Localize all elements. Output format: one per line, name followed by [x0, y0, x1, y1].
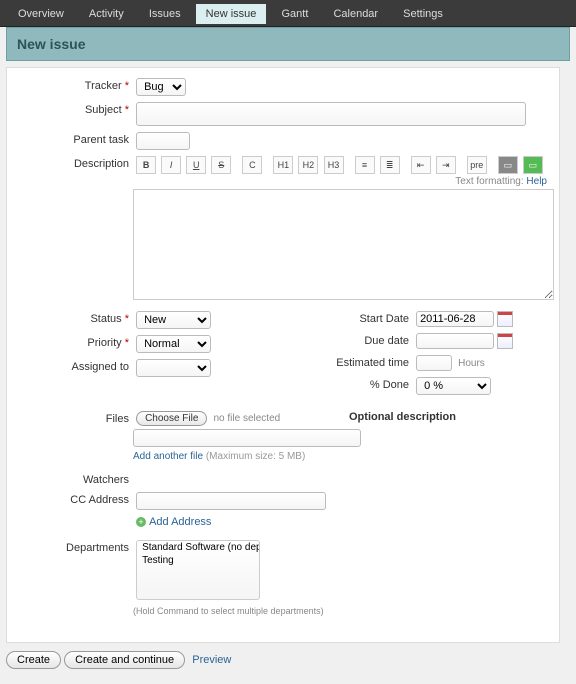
ul-button[interactable]: ≡: [355, 156, 375, 174]
done-select[interactable]: 0 %: [416, 377, 491, 395]
departments-label: Departments: [19, 540, 133, 554]
tracker-label: Tracker *: [19, 78, 133, 92]
dept-hint: (Hold Command to select multiple departm…: [133, 606, 543, 616]
description-textarea[interactable]: [133, 189, 554, 300]
optional-desc-label: Optional description: [349, 411, 456, 423]
help-link[interactable]: Help: [526, 176, 547, 187]
cc-label: CC Address: [19, 492, 133, 506]
subject-label: Subject *: [19, 102, 133, 116]
outdent-button[interactable]: ⇤: [411, 156, 431, 174]
due-date-input[interactable]: [416, 333, 494, 349]
h2-button[interactable]: H2: [298, 156, 318, 174]
calendar-icon[interactable]: [497, 311, 513, 327]
underline-button[interactable]: U: [186, 156, 206, 174]
assigned-select[interactable]: [136, 359, 211, 377]
calendar-icon[interactable]: [497, 333, 513, 349]
status-label: Status *: [19, 311, 133, 325]
watchers-label: Watchers: [19, 472, 133, 486]
dept-option[interactable]: Testing: [140, 555, 256, 568]
tab-overview[interactable]: Overview: [8, 4, 74, 24]
code-button[interactable]: C: [242, 156, 262, 174]
plus-icon: +: [136, 517, 146, 527]
strike-button[interactable]: S: [211, 156, 231, 174]
subject-input[interactable]: [136, 102, 526, 126]
max-size-text: (Maximum size: 5 MB): [206, 451, 305, 462]
departments-list[interactable]: Standard Software (no department) Testin…: [136, 540, 260, 600]
italic-button[interactable]: I: [161, 156, 181, 174]
description-label: Description: [19, 156, 133, 170]
h3-button[interactable]: H3: [324, 156, 344, 174]
parent-label: Parent task: [19, 132, 133, 146]
h1-button[interactable]: H1: [273, 156, 293, 174]
estimated-input[interactable]: [416, 355, 452, 371]
tab-gantt[interactable]: Gantt: [271, 4, 318, 24]
ol-button[interactable]: ≣: [380, 156, 400, 174]
formatting-help: Text formatting: Help: [455, 176, 547, 187]
tab-activity[interactable]: Activity: [79, 4, 134, 24]
priority-select[interactable]: Normal: [136, 335, 211, 353]
add-address-link[interactable]: Add Address: [149, 516, 211, 528]
tab-calendar[interactable]: Calendar: [323, 4, 388, 24]
start-date-label: Start Date: [279, 311, 413, 325]
status-select[interactable]: New: [136, 311, 211, 329]
image-button[interactable]: ▭: [498, 156, 518, 174]
due-date-label: Due date: [279, 333, 413, 347]
parent-input[interactable]: [136, 132, 190, 150]
preview-link[interactable]: Preview: [192, 654, 231, 666]
link-button[interactable]: ▭: [523, 156, 543, 174]
tab-issues[interactable]: Issues: [139, 4, 191, 24]
start-date-input[interactable]: [416, 311, 494, 327]
estimated-label: Estimated time: [279, 355, 413, 369]
choose-file-button[interactable]: Choose File: [136, 411, 207, 426]
dept-option[interactable]: Standard Software (no department): [140, 542, 256, 555]
add-file-link[interactable]: Add another file: [133, 451, 203, 462]
indent-button[interactable]: ⇥: [436, 156, 456, 174]
create-button[interactable]: Create: [6, 651, 61, 669]
files-label: Files: [19, 411, 133, 425]
tab-settings[interactable]: Settings: [393, 4, 453, 24]
tracker-select[interactable]: Bug: [136, 78, 186, 96]
cc-input[interactable]: [136, 492, 326, 510]
priority-label: Priority *: [19, 335, 133, 349]
pre-button[interactable]: pre: [467, 156, 487, 174]
tab-new-issue[interactable]: New issue: [196, 4, 267, 24]
page-title: New issue: [17, 36, 559, 52]
hours-suffix: Hours: [458, 358, 485, 369]
assigned-label: Assigned to: [19, 359, 133, 373]
optional-desc-input[interactable]: [133, 429, 361, 447]
no-file-text: no file selected: [213, 413, 280, 424]
done-label: % Done: [279, 377, 413, 391]
create-continue-button[interactable]: Create and continue: [64, 651, 185, 669]
bold-button[interactable]: B: [136, 156, 156, 174]
page-title-bar: New issue: [6, 27, 570, 61]
